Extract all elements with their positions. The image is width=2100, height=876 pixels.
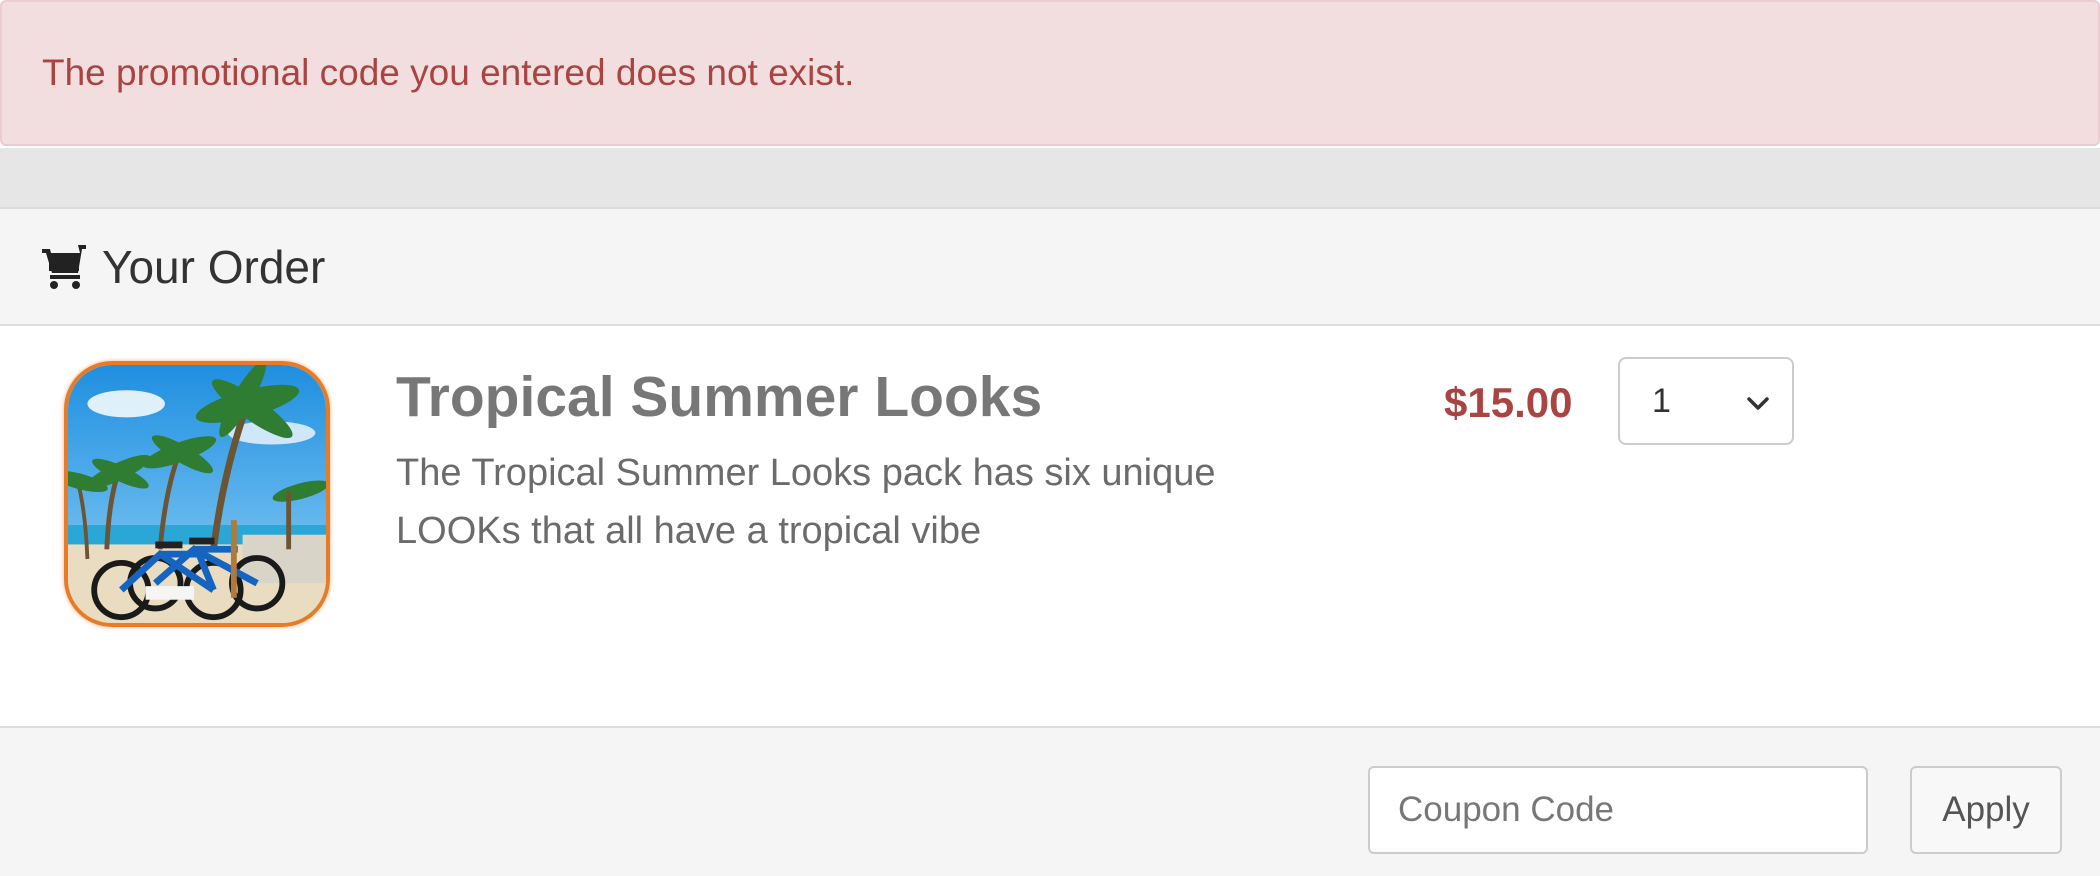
order-panel-heading: Your Order: [0, 209, 2100, 326]
product-image: [64, 361, 330, 627]
quantity-select[interactable]: 1: [1618, 357, 1794, 445]
order-panel-footer: Apply: [0, 726, 2100, 876]
error-alert: The promotional code you entered does no…: [0, 0, 2100, 146]
product-price: $15.00: [1444, 379, 1573, 426]
shopping-cart-icon: [42, 244, 86, 289]
beach-bikes-picture: [68, 365, 326, 623]
product-description: The Tropical Summer Looks pack has six u…: [396, 452, 1216, 552]
apply-coupon-button[interactable]: Apply: [1910, 766, 2062, 854]
order-title: Your Order: [102, 240, 326, 293]
chevron-down-icon: [1747, 397, 1769, 410]
quantity-value: 1: [1652, 382, 1671, 420]
product-title: Tropical Summer Looks: [396, 365, 1043, 429]
order-panel: Your Order Tropical Summer Looks The Tro…: [0, 207, 2100, 876]
section-divider: [0, 148, 2100, 208]
coupon-code-input[interactable]: [1368, 766, 1868, 854]
alert-message: The promotional code you entered does no…: [42, 52, 855, 93]
